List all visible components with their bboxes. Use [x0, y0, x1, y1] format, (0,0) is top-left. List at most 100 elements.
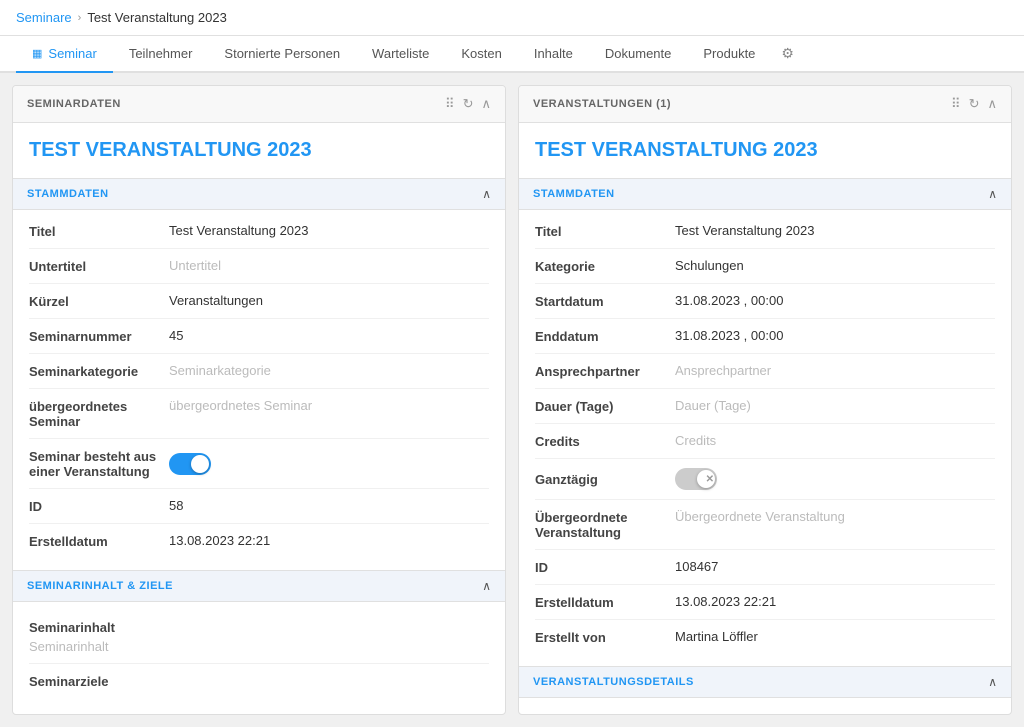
r-field-label-uebergeordnete: Übergeordnete Veranstaltung: [535, 509, 675, 540]
tabs-bar: ▦ Seminar Teilnehmer Stornierte Personen…: [0, 36, 1024, 73]
field-value-parent-seminar: übergeordnetes Seminar: [169, 398, 489, 413]
left-panel-grid-icon[interactable]: ⠿: [445, 96, 455, 112]
left-panel-title: SEMINARDATEN: [27, 98, 121, 110]
r-field-row-credits: Credits Credits: [535, 424, 995, 459]
r-field-label-credits: Credits: [535, 433, 675, 449]
field-value-titel: Test Veranstaltung 2023: [169, 223, 489, 238]
field-row-id: ID 58: [29, 489, 489, 524]
r-field-label-titel: Titel: [535, 223, 675, 239]
tab-teilnehmer[interactable]: Teilnehmer: [113, 36, 209, 73]
field-label-seminarziele: Seminarziele: [29, 673, 169, 689]
left-panel-body: TEST VERANSTALTUNG 2023 STAMMDATEN ∧ Tit…: [13, 123, 505, 714]
r-field-label-kategorie: Kategorie: [535, 258, 675, 274]
tab-inhalte[interactable]: Inhalte: [518, 36, 589, 73]
field-label-seminarinhalt: Seminarinhalt: [29, 619, 169, 635]
tab-kosten[interactable]: Kosten: [445, 36, 517, 73]
left-stammdaten-section: STAMMDATEN ∧ Titel Test Veranstaltung 20…: [29, 178, 489, 558]
r-field-row-erstelldatum: Erstelldatum 13.08.2023 22:21: [535, 585, 995, 620]
r-field-label-ganztaegig: Ganztägig: [535, 471, 675, 487]
right-stammdaten-title: STAMMDATEN: [533, 188, 615, 200]
right-panel-actions: ⠿ ↻ ∧: [951, 96, 997, 112]
left-panel-refresh-icon[interactable]: ↻: [463, 96, 474, 112]
breadcrumb: Seminare › Test Veranstaltung 2023: [0, 0, 1024, 36]
r-field-value-erstellt-von: Martina Löffler: [675, 629, 995, 644]
field-value-untertitel: Untertitel: [169, 258, 489, 273]
r-field-row-startdatum: Startdatum 31.08.2023 , 00:00: [535, 284, 995, 319]
tab-produkte[interactable]: Produkte: [687, 36, 771, 73]
tab-seminar[interactable]: ▦ Seminar: [16, 36, 113, 73]
r-field-value-kategorie: Schulungen: [675, 258, 995, 273]
right-panel-header: VERANSTALTUNGEN (1) ⠿ ↻ ∧: [519, 86, 1011, 123]
field-label-erstelldatum: Erstelldatum: [29, 533, 169, 549]
field-label-seminarkategorie: Seminarkategorie: [29, 363, 169, 379]
right-stammdaten-header: STAMMDATEN ∧: [519, 178, 1011, 210]
r-field-label-dauer: Dauer (Tage): [535, 398, 675, 414]
r-field-label-id: ID: [535, 559, 675, 575]
tab-warteliste-label: Warteliste: [372, 46, 429, 61]
r-field-value-credits: Credits: [675, 433, 995, 448]
seminarinhalt-fields: Seminarinhalt Seminarinhalt Seminarziele: [29, 602, 489, 698]
field-value-kuerzel: Veranstaltungen: [169, 293, 489, 308]
left-seminarinhalt-section: SEMINARINHALT & ZIELE ∧ Seminarinhalt Se…: [29, 570, 489, 698]
right-panel-grid-icon[interactable]: ⠿: [951, 96, 961, 112]
right-fields-container: Titel Test Veranstaltung 2023 Kategorie …: [535, 210, 995, 654]
tab-seminar-label: Seminar: [48, 46, 96, 61]
right-panel-refresh-icon[interactable]: ↻: [969, 96, 980, 112]
r-field-value-uebergeordnete: Übergeordnete Veranstaltung: [675, 509, 995, 524]
right-panel-main-title: TEST VERANSTALTUNG 2023: [535, 139, 995, 162]
r-field-value-titel: Test Veranstaltung 2023: [675, 223, 995, 238]
tab-settings-gear[interactable]: ⚙: [771, 37, 804, 70]
tab-stornierte[interactable]: Stornierte Personen: [208, 36, 356, 73]
tab-dokumente-label: Dokumente: [605, 46, 671, 61]
tab-warteliste[interactable]: Warteliste: [356, 36, 445, 73]
breadcrumb-separator: ›: [78, 12, 82, 24]
left-stammdaten-header: STAMMDATEN ∧: [13, 178, 505, 210]
field-row-seminarkategorie: Seminarkategorie Seminarkategorie: [29, 354, 489, 389]
right-panel: VERANSTALTUNGEN (1) ⠿ ↻ ∧ TEST VERANSTAL…: [518, 85, 1012, 715]
tab-teilnehmer-label: Teilnehmer: [129, 46, 193, 61]
ganztaegig-toggle[interactable]: ✕: [675, 468, 717, 490]
left-panel-actions: ⠿ ↻ ∧: [445, 96, 491, 112]
r-field-value-dauer: Dauer (Tage): [675, 398, 995, 413]
right-veranstaltungsdetails-header: VERANSTALTUNGSDETAILS ∧: [519, 666, 1011, 698]
r-field-value-startdatum: 31.08.2023 , 00:00: [675, 293, 995, 308]
left-panel-header: SEMINARDATEN ⠿ ↻ ∧: [13, 86, 505, 123]
tab-inhalte-label: Inhalte: [534, 46, 573, 61]
breadcrumb-parent[interactable]: Seminare: [16, 10, 72, 25]
left-seminarinhalt-title: SEMINARINHALT & ZIELE: [27, 580, 173, 592]
field-row-erstelldatum: Erstelldatum 13.08.2023 22:21: [29, 524, 489, 558]
left-fields-container: Titel Test Veranstaltung 2023 Untertitel…: [29, 210, 489, 558]
left-stammdaten-chevron[interactable]: ∧: [482, 187, 491, 201]
right-panel-body: TEST VERANSTALTUNG 2023 STAMMDATEN ∧ Tit…: [519, 123, 1011, 714]
field-label-parent-seminar: übergeordnetes Seminar: [29, 398, 169, 429]
left-panel-collapse-icon[interactable]: ∧: [481, 96, 491, 112]
seminar-toggle[interactable]: [169, 453, 211, 475]
field-row-kuerzel: Kürzel Veranstaltungen: [29, 284, 489, 319]
r-field-label-startdatum: Startdatum: [535, 293, 675, 309]
field-label-id: ID: [29, 498, 169, 514]
right-stammdaten-chevron[interactable]: ∧: [988, 187, 997, 201]
field-row-seminarziele: Seminarziele: [29, 664, 489, 698]
r-field-value-ansprechpartner: Ansprechpartner: [675, 363, 995, 378]
r-field-row-id: ID 108467: [535, 550, 995, 585]
tab-dokumente[interactable]: Dokumente: [589, 36, 687, 73]
r-field-label-erstellt-von: Erstellt von: [535, 629, 675, 645]
right-veranstaltungsdetails-chevron[interactable]: ∧: [988, 675, 997, 689]
field-label-seminarnummer: Seminarnummer: [29, 328, 169, 344]
r-field-row-ganztaegig: Ganztägig ✕: [535, 459, 995, 500]
field-value-id: 58: [169, 498, 489, 513]
r-field-row-enddatum: Enddatum 31.08.2023 , 00:00: [535, 319, 995, 354]
right-panel-collapse-icon[interactable]: ∧: [987, 96, 997, 112]
left-seminarinhalt-chevron[interactable]: ∧: [482, 579, 491, 593]
right-veranstaltungsdetails-section: VERANSTALTUNGSDETAILS ∧: [535, 666, 995, 698]
field-row-parent-seminar: übergeordnetes Seminar übergeordnetes Se…: [29, 389, 489, 439]
r-field-label-erstelldatum: Erstelldatum: [535, 594, 675, 610]
tab-kosten-label: Kosten: [461, 46, 501, 61]
field-row-untertitel: Untertitel Untertitel: [29, 249, 489, 284]
r-field-label-enddatum: Enddatum: [535, 328, 675, 344]
toggle-knob: [191, 455, 209, 473]
field-value-seminarnummer: 45: [169, 328, 489, 343]
field-value-seminarkategorie: Seminarkategorie: [169, 363, 489, 378]
left-stammdaten-title: STAMMDATEN: [27, 188, 109, 200]
breadcrumb-current: Test Veranstaltung 2023: [87, 10, 227, 25]
